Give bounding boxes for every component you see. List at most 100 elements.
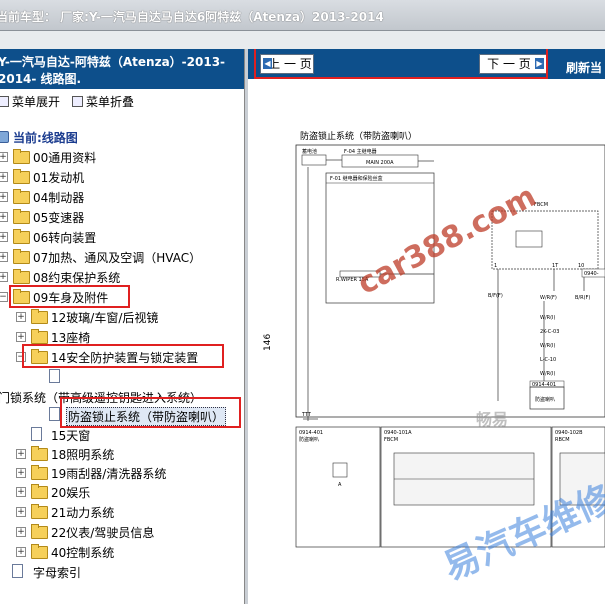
folder-icon — [13, 189, 30, 204]
page-number: 146 — [263, 334, 273, 351]
br-label: B/R(F) — [575, 295, 590, 301]
c0940-label: 0940- — [584, 271, 599, 277]
ttt-label: TTT — [301, 412, 312, 418]
tree-root[interactable]: 当前:线路图 — [0, 128, 240, 146]
highlight-box-nav — [254, 49, 548, 79]
expand-toggle-icon[interactable]: + — [16, 449, 26, 459]
highlight-box-09 — [9, 285, 130, 308]
tree-item-01[interactable]: + 01发动机 — [0, 168, 240, 186]
battery-symbol — [301, 154, 327, 166]
highlight-box-14 — [22, 344, 224, 368]
tree-item-05[interactable]: + 05变速器 — [0, 208, 240, 226]
expand-toggle-icon[interactable]: + — [16, 487, 26, 497]
current-model-title: 当前车型： 厂家:Y-一汽马自达马自达6阿特兹（Atenza）2013-2014 — [0, 10, 384, 24]
connector-0940b-code: 0940-102B — [555, 430, 583, 436]
document-icon — [31, 427, 42, 441]
k-c03-label: 2K-C-03 — [540, 329, 559, 335]
diagram-viewer: ◀ 上 一 页 下 一 页 ▶ 刷新当 146 防盗锁止系统（带防盗喇叭） 蓄电… — [248, 49, 605, 604]
folder-icon — [31, 309, 48, 324]
folder-icon — [31, 329, 48, 344]
wiring-diagram-page: 146 防盗锁止系统（带防盗喇叭） 蓄电池 F-04 主继电器 MAIN 200… — [248, 81, 605, 604]
folder-icon — [31, 524, 48, 539]
grid-icon — [0, 96, 9, 107]
folder-icon — [13, 229, 30, 244]
tree-item-00[interactable]: + 00通用资料 — [0, 148, 240, 166]
document-icon — [12, 564, 23, 578]
wr-label: W/R(F) — [540, 295, 557, 301]
refresh-link[interactable]: 刷新当 — [566, 59, 602, 76]
bf-label: B/F(F) — [488, 293, 503, 299]
horn-label: 防盗喇叭 — [535, 396, 555, 403]
tree-item-06[interactable]: + 06转向装置 — [0, 228, 240, 246]
tree-item-18[interactable]: + 18照明系统 — [0, 445, 240, 463]
connector-0940b-name: RBCM — [555, 437, 570, 443]
folder-icon — [13, 249, 30, 264]
tree-item-index[interactable]: 字母索引 — [0, 563, 240, 581]
expand-toggle-icon[interactable]: + — [0, 152, 8, 162]
connector-0940a-code: 0940-101A — [384, 430, 412, 436]
main-fuse-label: MAIN 200A — [366, 160, 394, 166]
document-icon — [49, 369, 60, 383]
expand-toggle-icon[interactable]: + — [16, 547, 26, 557]
tree-item-40[interactable]: + 40控制系统 — [0, 543, 240, 561]
connector-a-label: A — [338, 482, 342, 488]
folder-icon — [31, 446, 48, 461]
tree-item-04[interactable]: + 04制动器 — [0, 188, 240, 206]
grid-icon — [72, 96, 83, 107]
pin-10: 10 — [578, 263, 584, 269]
expand-toggle-icon[interactable]: + — [0, 272, 8, 282]
connector-0940a-name: FBCM — [384, 437, 398, 443]
connector-0914-name: 防盗喇叭 — [299, 436, 319, 443]
connector-symbol — [332, 462, 348, 478]
folder-icon — [13, 209, 30, 224]
connector-0914-code: 0914-401 — [299, 430, 323, 436]
diagram-title: 防盗锁止系统（带防盗喇叭） — [300, 130, 417, 142]
tree-item-19[interactable]: + 19雨刮器/清洗器系统 — [0, 464, 240, 482]
expand-toggle-icon[interactable]: + — [16, 468, 26, 478]
tree-item-21[interactable]: + 21动力系统 — [0, 503, 240, 521]
highlight-box-anti-theft — [60, 397, 241, 428]
root-folder-icon — [0, 131, 9, 143]
pin-1: 1 — [494, 263, 497, 269]
expand-toggle-icon[interactable]: + — [16, 507, 26, 517]
tree-item-08[interactable]: + 08约束保护系统 — [0, 268, 240, 286]
expand-toggle-icon[interactable]: + — [0, 172, 8, 182]
left-panel-title: Y-一汽马自达-阿特兹（Atenza）-2013- 2014- 线路图. — [0, 49, 244, 89]
folder-icon — [31, 484, 48, 499]
tree-item-20[interactable]: + 20娱乐 — [0, 483, 240, 501]
collapse-toggle-icon[interactable]: − — [0, 292, 8, 302]
wr1-label: W/R(I) — [540, 315, 556, 321]
expand-toggle-icon[interactable]: + — [16, 527, 26, 537]
tree-item-07[interactable]: + 07加热、通风及空调（HVAC） — [0, 248, 240, 266]
left-title-line2: 2014- 线路图. — [0, 72, 82, 86]
watermark-brand: 畅易 — [476, 410, 509, 429]
folder-icon — [13, 269, 30, 284]
app-header: 当前车型： 厂家:Y-一汽马自达马自达6阿特兹（Atenza）2013-2014 — [0, 0, 605, 31]
tree-item-22[interactable]: + 22仪表/驾驶员信息 — [0, 523, 240, 541]
expand-toggle-icon[interactable]: + — [0, 232, 8, 242]
expand-toggle-icon[interactable]: + — [0, 192, 8, 202]
menu-toolbar: 菜单展开 菜单折叠 — [0, 91, 244, 111]
f01-label: F-01 继电器和保险丝盒 — [330, 175, 383, 182]
expand-toggle-icon[interactable]: + — [16, 332, 26, 342]
tree-item-15[interactable]: 15天窗 — [0, 426, 240, 444]
expand-toggle-icon[interactable]: + — [16, 312, 26, 322]
expand-toggle-icon[interactable]: + — [0, 252, 8, 262]
folder-icon — [13, 169, 30, 184]
folder-icon — [31, 504, 48, 519]
expand-toggle-icon[interactable]: + — [0, 212, 8, 222]
tree-root-label: 当前:线路图 — [13, 131, 78, 145]
wr3-label: W/R(I) — [540, 371, 556, 377]
tree-item-12[interactable]: + 12玻璃/车窗/后视镜 — [0, 308, 240, 326]
f04-label: F-04 主继电器 — [344, 148, 377, 155]
pin-1t: 1T — [552, 263, 559, 269]
folder-icon — [31, 544, 48, 559]
l-c10-label: L-C-10 — [540, 357, 556, 363]
collapse-menu-button[interactable]: 菜单折叠 — [72, 93, 134, 110]
tree-doc-blank[interactable] — [0, 368, 240, 386]
header-gap — [0, 31, 605, 49]
relay-symbol — [515, 230, 543, 248]
expand-menu-button[interactable]: 菜单展开 — [0, 93, 60, 110]
left-panel: Y-一汽马自达-阿特兹（Atenza）-2013- 2014- 线路图. 菜单展… — [0, 49, 244, 604]
left-title-line1: Y-一汽马自达-阿特兹（Atenza）-2013- — [0, 55, 226, 69]
